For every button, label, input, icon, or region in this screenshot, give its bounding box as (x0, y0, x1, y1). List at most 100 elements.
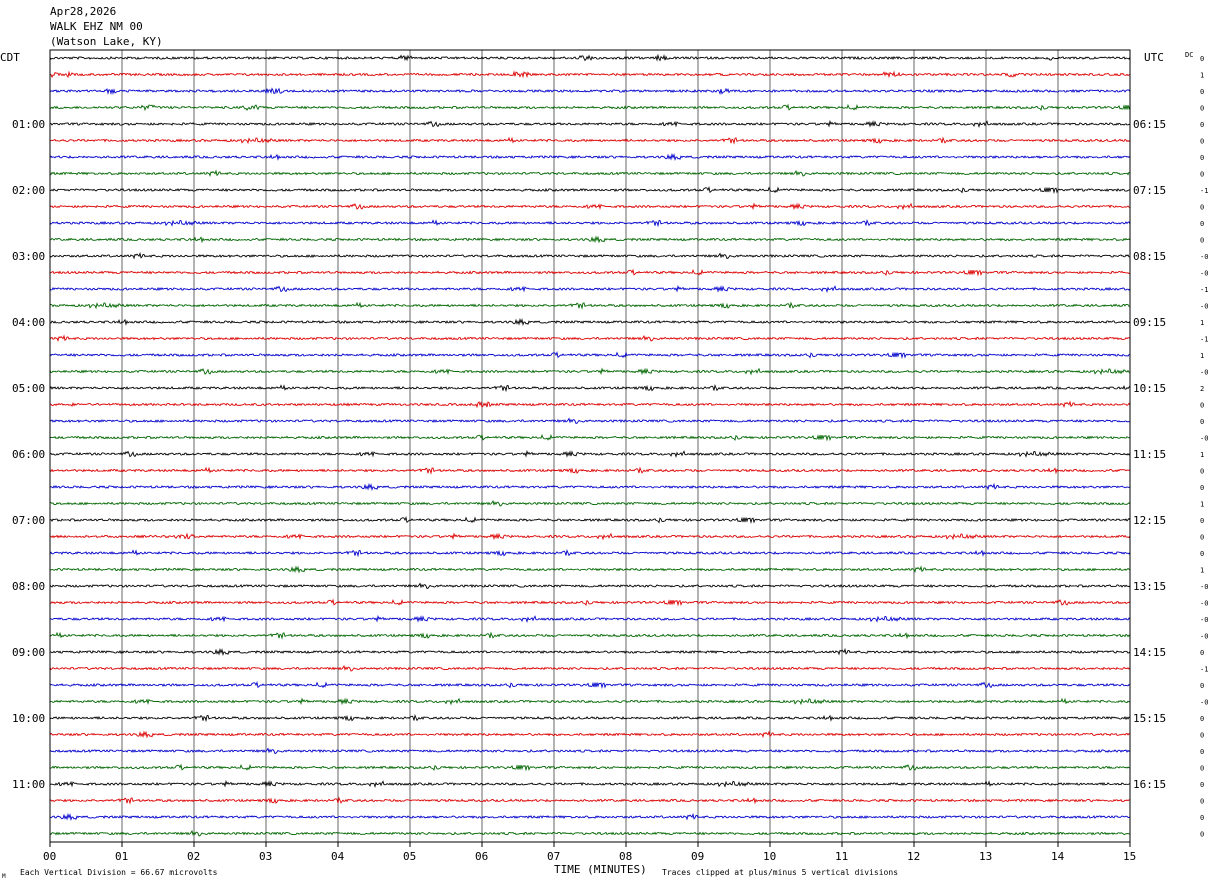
dc-offset-value: 0 (1200, 402, 1204, 410)
left-hour-label: 06:00 (12, 448, 45, 461)
dc-offset-value: 0 (1200, 468, 1204, 476)
dc-offset-value: -0 (1200, 699, 1208, 707)
seismic-trace (49, 449, 1131, 458)
seismic-trace (49, 548, 1131, 558)
trace-group (49, 53, 1131, 837)
seismic-trace (49, 647, 1131, 656)
seismic-trace (49, 565, 1131, 574)
seismic-trace (49, 367, 1131, 376)
dc-offset-labels: 0 1 0 0 0 0 0 0 -1 0 0 0 -0 -0 -1 -0 1 -1 1 -0 2 0 0 -0 1 0 0 1 0 0 0 1… (1200, 55, 1208, 839)
seismic-trace (49, 284, 1131, 293)
seismic-trace (49, 516, 1131, 524)
seismic-trace (49, 268, 1131, 277)
dc-offset-value: 0 (1200, 517, 1204, 525)
left-hour-label: 08:00 (12, 580, 45, 593)
x-tick-label: 12 (907, 850, 920, 863)
dc-offset-value: -0 (1200, 435, 1208, 443)
x-tick-label: 00 (43, 850, 56, 863)
seismic-trace (49, 351, 1131, 359)
left-hour-labels: 01:00 02:00 03:00 04:00 05:00 06:00 07:00 08:00… (12, 118, 45, 791)
grid-lines (121, 50, 1059, 842)
x-axis-title: TIME (MINUTES) (554, 863, 647, 876)
seismic-trace (49, 532, 1131, 541)
dc-offset-value: 0 (1200, 781, 1204, 789)
dc-offset-value: 0 (1200, 798, 1204, 806)
dc-offset-value: -0 (1200, 600, 1208, 608)
right-hour-label: 14:15 (1133, 646, 1166, 659)
right-hour-label: 15:15 (1133, 712, 1166, 725)
seismic-trace (49, 779, 1131, 788)
x-tick-label: 09 (691, 850, 704, 863)
dc-offset-value: -1 (1200, 336, 1208, 344)
x-tick-label: 11 (835, 850, 848, 863)
right-hour-label: 12:15 (1133, 514, 1166, 527)
seismic-trace (49, 119, 1131, 128)
seismic-trace (49, 614, 1131, 623)
x-axis-ticks: 00 01 02 03 04 05 06 07 08 09 10 11 12 13 14 15 (43, 842, 1136, 863)
dc-offset-value: 0 (1200, 682, 1204, 690)
left-hour-label: 11:00 (12, 778, 45, 791)
dc-offset-value: 0 (1200, 138, 1204, 146)
dc-offset-value: 0 (1200, 550, 1204, 558)
dc-offset-value: 0 (1200, 732, 1204, 740)
x-tick-label: 15 (1123, 850, 1136, 863)
left-hour-label: 09:00 (12, 646, 45, 659)
seismic-trace (49, 631, 1131, 640)
seismic-trace (49, 713, 1131, 723)
seismic-trace (49, 697, 1131, 706)
x-tick-label: 02 (187, 850, 200, 863)
x-tick-label: 03 (259, 850, 272, 863)
dc-offset-value: 0 (1200, 237, 1204, 245)
dc-offset-value: 0 (1200, 55, 1204, 63)
x-tick-label: 01 (115, 850, 128, 863)
right-hour-labels: 06:15 07:15 08:15 09:15 10:15 11:15 12:15 13:15… (1133, 118, 1166, 791)
left-hour-label: 02:00 (12, 184, 45, 197)
x-tick-label: 08 (619, 850, 632, 863)
seismic-trace (49, 334, 1131, 342)
x-tick-label: 07 (547, 850, 560, 863)
seismic-trace (49, 665, 1131, 672)
seismic-trace (49, 417, 1131, 424)
x-tick-label: 14 (1051, 850, 1065, 863)
dc-offset-value: -1 (1200, 666, 1208, 674)
left-hour-label: 01:00 (12, 118, 45, 131)
right-hour-label: 11:15 (1133, 448, 1166, 461)
seismic-trace (49, 582, 1131, 589)
seismic-trace (49, 53, 1131, 62)
dc-offset-value: 0 (1200, 814, 1204, 822)
seismic-trace (49, 235, 1131, 244)
seismic-trace (49, 681, 1131, 689)
clip-note: Traces clipped at plus/minus 5 vertical … (662, 868, 898, 877)
seismic-trace (49, 763, 1131, 772)
right-tz-label: UTC (1144, 51, 1164, 64)
seismic-trace (49, 466, 1131, 475)
dc-offset-value: -0 (1200, 583, 1208, 591)
dc-offset-value: -0 (1200, 633, 1208, 641)
plot-frame (49, 49, 1131, 843)
dc-offset-value: 0 (1200, 105, 1204, 113)
seismic-trace (49, 400, 1131, 409)
dc-offset-value: 0 (1200, 418, 1204, 426)
dc-offset-value: 1 (1200, 567, 1204, 575)
seismic-trace (49, 87, 1131, 96)
left-hour-label: 07:00 (12, 514, 45, 527)
left-hour-label: 05:00 (12, 382, 45, 395)
dc-offset-value: 1 (1200, 501, 1204, 509)
scale-note: Each Vertical Division = 66.67 microvolt… (20, 868, 218, 877)
seismic-trace (49, 482, 1131, 491)
dc-offset-value: 0 (1200, 204, 1204, 212)
right-hour-label: 13:15 (1133, 580, 1166, 593)
dc-offset-value: -0 (1200, 369, 1208, 377)
x-tick-label: 05 (403, 850, 416, 863)
seismic-trace (49, 251, 1131, 260)
seismic-trace (49, 830, 1131, 837)
seismic-trace (49, 301, 1131, 310)
seismic-trace (49, 70, 1131, 79)
left-hour-label: 03:00 (12, 250, 45, 263)
dc-offset-value: -1 (1200, 187, 1208, 195)
seismic-trace (49, 202, 1131, 211)
seismic-trace (49, 152, 1131, 161)
seismic-trace (49, 317, 1131, 326)
seismic-trace (49, 433, 1131, 442)
dc-offset-value: 1 (1200, 352, 1204, 360)
